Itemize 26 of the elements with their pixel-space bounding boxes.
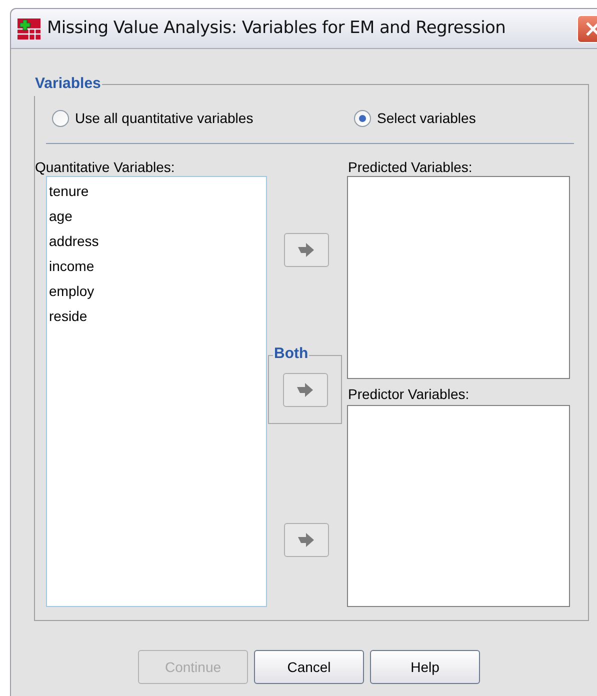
- list-label: Predictor Variables:: [347, 384, 470, 402]
- list-item[interactable]: address: [49, 230, 266, 256]
- arrow-icon: [296, 382, 314, 396]
- close-icon: [585, 20, 597, 36]
- move-button[interactable]: [282, 372, 328, 406]
- arrow-icon: [297, 242, 315, 256]
- list-item[interactable]: employ: [49, 280, 266, 306]
- window-title: Missing Value Analysis: Variables for EM and Regression: [47, 16, 506, 40]
- move-button[interactable]: [284, 522, 328, 556]
- dialog-button[interactable]: Cancel: [254, 650, 364, 684]
- list-label: Quantitative Variables:: [35, 158, 176, 176]
- dialog-button[interactable]: Help: [370, 650, 480, 684]
- table-icon: [17, 18, 41, 40]
- radio-option[interactable]: Use all quantitative variables: [46, 108, 354, 129]
- list-label: Predicted Variables:: [347, 158, 474, 176]
- list-item[interactable]: income: [49, 256, 266, 280]
- radio-button[interactable]: [52, 110, 69, 127]
- move-button[interactable]: [284, 232, 328, 266]
- list-item[interactable]: tenure: [49, 180, 266, 206]
- list-item[interactable]: age: [49, 206, 266, 230]
- list-item[interactable]: reside: [49, 306, 266, 330]
- variable-list[interactable]: tenure age address income employ reside: [46, 176, 267, 606]
- radio-option[interactable]: Select variables: [354, 108, 476, 129]
- radio-button[interactable]: [354, 110, 371, 127]
- arrow-icon: [297, 532, 315, 546]
- group-title: Variables: [34, 74, 102, 94]
